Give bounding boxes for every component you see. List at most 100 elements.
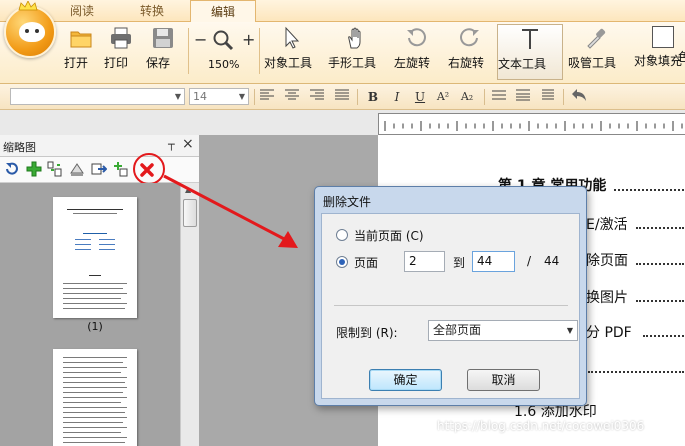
hand-tool-button[interactable]: 手形工具 — [328, 26, 384, 76]
doc-toc-line: 分 PDF — [586, 325, 632, 341]
line-spacing-icon — [492, 90, 506, 100]
bold-button[interactable]: B — [364, 88, 382, 106]
replace-page-icon[interactable] — [113, 161, 129, 177]
chevron-down-icon: ▼ — [238, 92, 246, 101]
extract-page-icon[interactable] — [69, 161, 85, 177]
scroll-up-icon[interactable]: ▲ — [185, 185, 191, 194]
object-tool-button[interactable]: 对象工具 — [264, 26, 320, 76]
folder-icon — [70, 31, 92, 48]
thumbnail-panel: 缩略图 ┬ × (1) ▲ — [0, 135, 199, 446]
close-icon[interactable]: × — [182, 136, 194, 152]
align-left-button[interactable] — [258, 88, 276, 106]
tab-edit[interactable]: 编辑 — [190, 0, 256, 23]
zoom-in-button[interactable]: + — [242, 30, 255, 49]
font-family-select[interactable]: ▼ — [10, 88, 185, 105]
leader-dots — [636, 300, 684, 302]
ribbon-toolbar: 打开 打印 保存 − + 150% 对象工具 手形工具 左旋转 右旋转 文本工具… — [0, 1, 685, 84]
open-button[interactable]: 打开 — [64, 26, 98, 76]
align-right-button[interactable] — [308, 88, 326, 106]
rotate-left-icon — [407, 28, 426, 47]
dialog-divider — [334, 305, 568, 306]
object-fill-button[interactable]: 对象填充 色 — [634, 26, 685, 76]
superscript-button[interactable]: A² — [434, 88, 452, 106]
ribbon-separator — [188, 28, 189, 74]
leader-dots — [614, 189, 684, 191]
undo-button[interactable] — [570, 88, 588, 106]
format-toolbar: ▼ 14 ▼ B I U A² A₂ — [0, 84, 685, 110]
to-page-input[interactable]: 44 — [472, 251, 515, 272]
thumbnail-toolbar — [0, 157, 199, 183]
eyedropper-button[interactable]: 吸管工具 — [568, 26, 624, 76]
toolbar-separator — [484, 89, 485, 105]
undo-arrow-icon — [572, 89, 586, 101]
horizontal-ruler — [378, 113, 685, 135]
rotate-page-icon[interactable] — [4, 161, 20, 177]
menu-tab-bar: 阅读 转换 编辑 — [0, 0, 685, 23]
total-pages: 44 — [544, 254, 560, 268]
floppy-icon — [153, 28, 173, 48]
pointer-arrow-icon — [285, 26, 300, 49]
insert-pages-icon[interactable] — [47, 161, 63, 177]
print-button[interactable]: 打印 — [104, 26, 138, 76]
highlight-circle — [133, 153, 165, 185]
zoom-level[interactable]: 150% — [208, 58, 239, 71]
pages-range-radio[interactable] — [336, 256, 348, 268]
paragraph-spacing-icon — [516, 89, 530, 101]
zoom-out-button[interactable]: − — [194, 30, 207, 49]
toolbar-separator — [254, 89, 255, 105]
justify-button[interactable] — [333, 88, 351, 106]
paragraph-spacing-button[interactable] — [514, 88, 532, 106]
italic-button[interactable]: I — [388, 88, 406, 106]
export-page-icon[interactable] — [91, 161, 107, 177]
align-right-icon — [310, 89, 324, 100]
rotate-right-icon — [460, 28, 479, 47]
from-page-input[interactable]: 2 — [404, 251, 445, 272]
subscript-button[interactable]: A₂ — [458, 88, 476, 106]
leader-dots — [588, 371, 684, 373]
dialog-title: 删除文件 — [323, 195, 372, 209]
pin-icon[interactable]: ┬ — [168, 138, 175, 151]
restrict-label: 限制到 (R): — [336, 326, 398, 340]
align-left-icon — [260, 89, 274, 100]
page-thumbnail-1[interactable] — [53, 197, 137, 318]
align-center-button[interactable] — [283, 88, 301, 106]
page-thumbnail-2[interactable] — [53, 349, 137, 446]
crown-icon — [18, 1, 38, 11]
line-spacing-button[interactable] — [490, 88, 508, 106]
text-tool-button[interactable]: 文本工具 — [497, 24, 563, 80]
zoom-group: − + 150% — [192, 26, 256, 76]
magnifier-icon[interactable] — [212, 29, 234, 51]
scrollbar-thumb[interactable] — [183, 199, 197, 227]
pages-range-label[interactable]: 页面 — [354, 254, 378, 271]
font-size-select[interactable]: 14 ▼ — [189, 88, 249, 105]
ok-button[interactable]: 确定 — [369, 369, 442, 391]
printer-icon — [111, 27, 131, 49]
doc-toc-line: E/激活 — [586, 217, 628, 233]
rotate-right-button[interactable]: 右旋转 — [448, 26, 492, 76]
cancel-button[interactable]: 取消 — [467, 369, 540, 391]
underline-button[interactable]: U — [411, 88, 429, 106]
restrict-select[interactable]: 全部页面 ▼ — [428, 320, 578, 341]
current-page-radio[interactable] — [336, 229, 348, 241]
ruler-ticks — [384, 121, 683, 131]
add-page-icon[interactable] — [26, 161, 42, 177]
rotate-left-button[interactable]: 左旋转 — [394, 26, 438, 76]
toolbar-separator — [563, 89, 564, 105]
hand-icon — [348, 27, 361, 49]
tab-read[interactable]: 阅读 — [56, 0, 108, 22]
thumbnail-panel-title: 缩略图 — [3, 141, 36, 154]
save-button[interactable]: 保存 — [146, 26, 180, 76]
fill-swatch-icon — [652, 26, 674, 48]
chevron-down-icon: ▼ — [566, 326, 573, 335]
indent-button[interactable] — [538, 88, 556, 106]
doc-toc-line: 换图片 — [586, 290, 628, 306]
current-page-label[interactable]: 当前页面 (C) — [354, 227, 424, 244]
eyedropper-icon — [587, 28, 606, 49]
toolbar-separator — [357, 89, 358, 105]
thumbnail-panel-header: 缩略图 ┬ × — [0, 135, 199, 157]
app-logo[interactable] — [4, 1, 56, 58]
text-cursor-icon — [522, 29, 538, 49]
tab-convert[interactable]: 转换 — [122, 0, 182, 22]
slash-separator: / — [527, 254, 532, 268]
thumbnail-scrollbar[interactable]: ▲ — [180, 183, 199, 446]
